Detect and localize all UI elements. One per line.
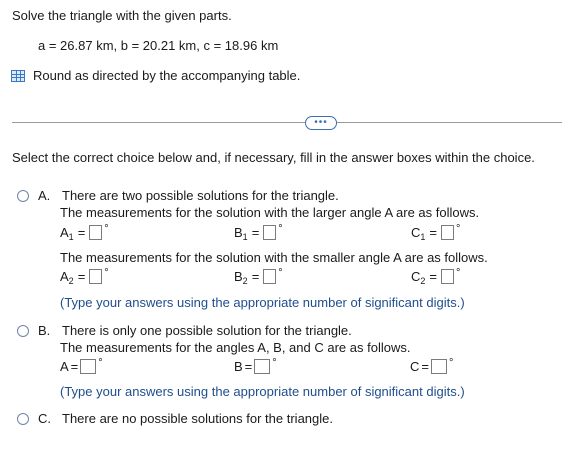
a1-input[interactable] [89,225,103,240]
a-label: A [60,359,69,374]
option-a-radio[interactable] [17,189,29,202]
option-a-larger-text: The measurements for the solution with t… [60,205,480,220]
option-b-text[interactable]: There is only one possible solution for … [62,323,352,338]
option-b-note: (Type your answers using the appropriate… [60,384,465,399]
table-link-row[interactable]: Round as directed by the accompanying ta… [11,68,300,83]
more-button[interactable]: ••• [305,116,337,130]
a2-input[interactable] [89,269,103,284]
c1-label: C1 [411,225,426,242]
option-c[interactable]: C. There are no possible solutions for t… [17,411,333,426]
option-a-note: (Type your answers using the appropriate… [60,295,465,310]
b-input[interactable] [254,359,271,374]
option-b-angles-text: The measurements for the angles A, B, an… [60,340,411,355]
b-answer: B = ° [234,356,277,374]
a1-label: A1 [60,225,74,242]
instruction-text: Select the correct choice below and, if … [12,150,535,165]
c2-input[interactable] [441,269,454,284]
a-input[interactable] [80,359,97,374]
c-input[interactable] [430,359,447,374]
question-title: Solve the triangle with the given parts. [12,8,232,23]
table-link-text[interactable]: Round as directed by the accompanying ta… [33,68,300,83]
option-c-radio[interactable] [17,412,29,425]
option-c-letter[interactable]: C. [38,411,60,426]
option-c-text[interactable]: There are no possible solutions for the … [62,411,333,426]
b-label: B [234,359,243,374]
a2-answer: A2 = ° [60,266,109,287]
c2-answer: C2 = ° [411,266,461,287]
option-b-radio[interactable] [17,324,29,337]
option-a-smaller-text: The measurements for the solution with t… [60,250,488,265]
c-answer: C = ° [410,356,454,374]
c2-label: C2 [411,269,426,286]
option-a-letter[interactable]: A. [38,188,60,203]
b1-input[interactable] [263,225,277,240]
b2-answer: B2 = ° [234,266,283,287]
c1-answer: C1 = ° [411,222,461,243]
b1-answer: B1 = ° [234,222,283,243]
b2-input[interactable] [263,269,277,284]
option-a-text[interactable]: There are two possible solutions for the… [62,188,339,203]
b2-label: B2 [234,269,248,286]
a1-answer: A1 = ° [60,222,109,243]
given-values: a = 26.87 km, b = 20.21 km, c = 18.96 km [38,38,279,53]
divider [12,122,562,123]
a-answer: A = ° [60,356,103,374]
a2-label: A2 [60,269,74,286]
c1-input[interactable] [441,225,454,240]
option-b-letter[interactable]: B. [38,323,60,338]
table-icon[interactable] [11,69,25,82]
c-label: C [410,359,420,374]
option-b[interactable]: B. There is only one possible solution f… [17,323,352,338]
option-a[interactable]: A. There are two possible solutions for … [17,188,339,203]
b1-label: B1 [234,225,248,242]
